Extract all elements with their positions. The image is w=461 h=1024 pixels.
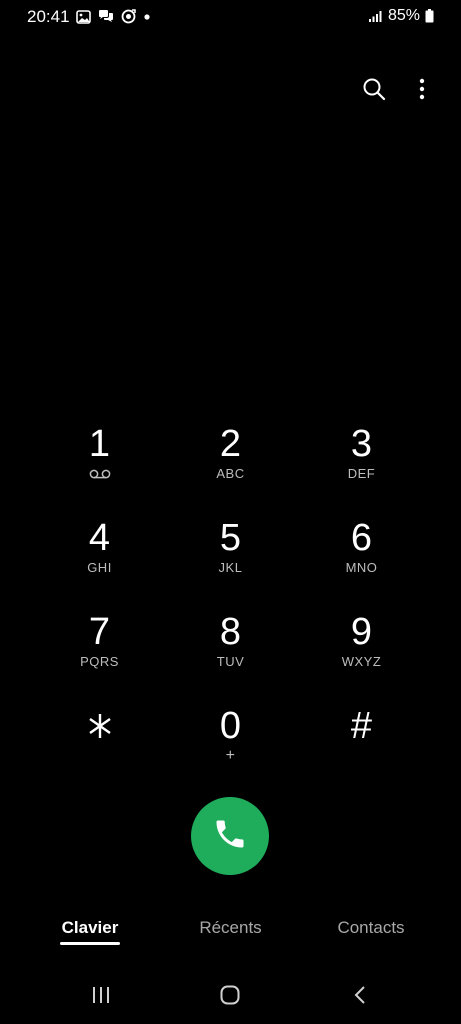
key-5[interactable]: 5 JKL — [165, 514, 296, 608]
key-digit: 4 — [88, 517, 111, 559]
key-7[interactable]: 7 PQRS — [34, 608, 165, 702]
key-letters: WXYZ — [341, 654, 382, 669]
back-icon[interactable] — [340, 978, 380, 1012]
signal-icon — [368, 10, 383, 22]
tab-recents[interactable]: Récents — [193, 918, 268, 938]
key-2[interactable]: 2 ABC — [165, 420, 296, 514]
key-letters: DEF — [347, 466, 376, 481]
top-actions — [361, 76, 435, 102]
status-bar: 20:41 85% — [0, 0, 461, 34]
tab-contacts[interactable]: Contacts — [330, 918, 412, 938]
key-0[interactable]: 0 + — [165, 702, 296, 796]
key-digit: 9 — [350, 611, 373, 653]
dialpad: 1 2 ABC 3 DEF 4 GHI 5 JKL 6 MNO 7 PQRS 8… — [34, 420, 426, 796]
dot-icon — [143, 13, 151, 21]
key-letters: GHI — [87, 560, 112, 575]
phone-icon — [212, 816, 248, 857]
key-8[interactable]: 8 TUV — [165, 608, 296, 702]
tab-label: Clavier — [61, 918, 119, 937]
tab-active-indicator — [60, 942, 120, 945]
gallery-icon — [76, 9, 91, 24]
more-vertical-icon[interactable] — [409, 76, 435, 102]
notification-icons — [76, 9, 151, 24]
call-button[interactable] — [191, 797, 269, 875]
tab-clavier[interactable]: Clavier — [60, 918, 120, 945]
key-letters: MNO — [345, 560, 378, 575]
key-digit: 1 — [88, 423, 111, 465]
key-3[interactable]: 3 DEF — [296, 420, 427, 514]
key-9[interactable]: 9 WXYZ — [296, 608, 427, 702]
key-4[interactable]: 4 GHI — [34, 514, 165, 608]
key-digit: 0 — [219, 705, 242, 747]
status-right: 85% — [368, 7, 434, 25]
key-digit: 6 — [350, 517, 373, 559]
sync-circle-icon — [121, 9, 136, 24]
system-nav-bar — [0, 978, 461, 1012]
key-hash[interactable]: # — [296, 702, 427, 796]
status-time: 20:41 — [27, 7, 70, 26]
key-1[interactable]: 1 — [34, 420, 165, 514]
key-letters: TUV — [216, 654, 245, 669]
search-icon[interactable] — [361, 76, 387, 102]
key-letters: JKL — [218, 560, 243, 575]
tab-label: Récents — [199, 918, 262, 937]
key-star[interactable] — [34, 702, 165, 796]
key-letters: PQRS — [80, 654, 119, 669]
battery-percent: 85% — [387, 7, 420, 24]
asterisk-icon — [88, 704, 112, 748]
chat-bubbles-icon — [98, 9, 114, 24]
key-letters: ABC — [216, 466, 245, 481]
battery-icon — [425, 9, 434, 23]
key-digit: 2 — [219, 423, 242, 465]
home-icon[interactable] — [210, 978, 250, 1012]
key-digit: 3 — [350, 423, 373, 465]
bottom-tabs: Clavier Récents Contacts — [0, 918, 461, 958]
recent-apps-icon[interactable] — [81, 978, 121, 1012]
voicemail-icon — [89, 466, 111, 482]
key-digit: 7 — [88, 611, 111, 653]
key-digit: 8 — [219, 611, 242, 653]
key-plus: + — [225, 747, 236, 764]
key-digit: 5 — [219, 517, 242, 559]
key-6[interactable]: 6 MNO — [296, 514, 427, 608]
key-digit: # — [350, 705, 373, 747]
tab-label: Contacts — [337, 918, 405, 937]
